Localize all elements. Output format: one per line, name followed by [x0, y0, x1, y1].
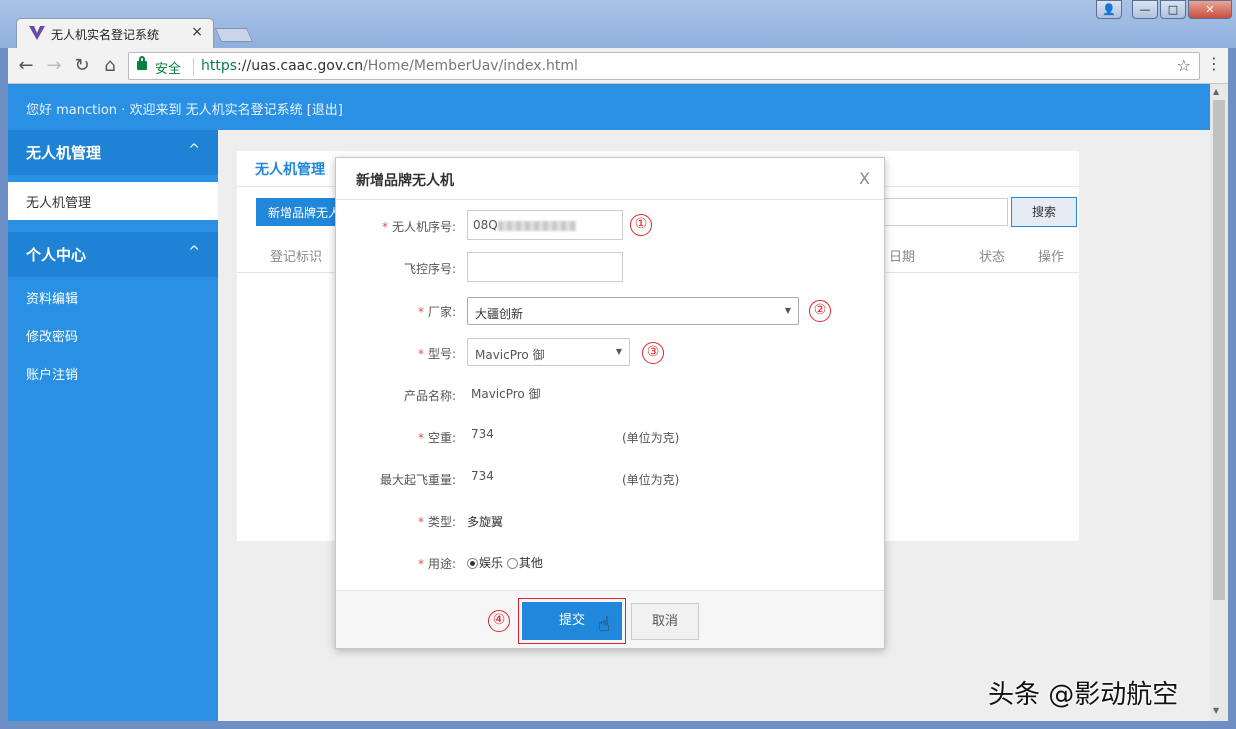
back-icon[interactable]: ← [14, 54, 38, 78]
product-name-value: MavicPro 御 [471, 387, 541, 401]
usage-option-entertainment[interactable]: 娱乐 [467, 556, 503, 570]
sidebar-section-label: 个人中心 [26, 246, 87, 264]
redacted-serial [497, 220, 576, 231]
dialog-footer: 提交 ☝ 取消 [336, 590, 884, 648]
new-tab-button[interactable] [214, 28, 254, 42]
forward-icon[interactable]: → [42, 54, 66, 78]
usage-option-other[interactable]: 其他 [506, 556, 543, 570]
add-brand-uav-dialog: 新增品牌无人机 X * 无人机序号: 08Q 飞控序号: * 厂家: 大疆创新 ▼ *… [335, 157, 885, 649]
max-takeoff-weight-unit: (单位为克) [622, 473, 680, 487]
hand-cursor-icon: ☝ [598, 612, 611, 636]
bookmark-star-icon[interactable]: ☆ [1177, 56, 1191, 75]
address-separator [193, 58, 194, 76]
close-icon[interactable]: X [859, 169, 870, 188]
home-icon[interactable]: ⌂ [98, 54, 122, 78]
column-header: 登记标识 [270, 250, 323, 265]
search-input[interactable] [877, 198, 1008, 226]
usage-radio-group: 娱乐 其他 [467, 554, 543, 571]
sidebar: 无人机管理 ^ 无人机管理 个人中心 ^ 资料编辑 修改密码 账户注销 [8, 130, 218, 721]
cancel-button[interactable]: 取消 [631, 603, 699, 640]
browser-toolbar: ← → ↻ ⌂ 安全 https://uas.caac.gov.cn/Home/… [8, 48, 1228, 84]
url-protocol: https [201, 58, 238, 74]
sidebar-item-profile-edit[interactable]: 资料编辑 [8, 278, 218, 316]
step-marker-3: ③ [642, 342, 664, 364]
reload-icon[interactable]: ↻ [70, 54, 94, 78]
max-takeoff-weight-label: 最大起飞重量: [379, 473, 456, 487]
model-label: * 型号: [417, 347, 456, 361]
search-button[interactable]: 搜索 [1011, 197, 1077, 227]
dropdown-arrow-icon: ▼ [615, 347, 622, 356]
radio-selected-icon[interactable] [467, 558, 478, 569]
usage-label: * 用途: [417, 557, 456, 571]
browser-tab[interactable]: 无人机实名登记系统 × [16, 18, 214, 48]
step-marker-4: ④ [488, 610, 510, 632]
type-value: 多旋翼 [467, 515, 504, 529]
greeting-text: 您好 manction · 欢迎来到 无人机实名登记系统 [退出] [26, 103, 343, 118]
sidebar-item-label: 无人机管理 [26, 196, 92, 211]
url-text[interactable]: https://uas.caac.gov.cn/Home/MemberUav/i… [201, 58, 578, 74]
vertical-scrollbar[interactable]: ▲ ▼ [1210, 84, 1228, 721]
maker-label: * 厂家: [417, 305, 456, 319]
address-bar[interactable]: 安全 https://uas.caac.gov.cn/Home/MemberUa… [128, 52, 1200, 80]
lock-icon [137, 56, 147, 70]
site-logo-icon [29, 26, 45, 40]
sidebar-section-label: 无人机管理 [26, 144, 102, 162]
fc-serial-label: 飞控序号: [403, 262, 456, 276]
browser-menu-icon[interactable]: ⋮ [1206, 54, 1222, 73]
scroll-down-icon[interactable]: ▼ [1213, 706, 1219, 715]
maximize-icon[interactable]: □ [1160, 0, 1186, 19]
sidebar-item-label: 修改密码 [26, 330, 79, 345]
panel-title: 无人机管理 [255, 162, 325, 178]
window-controls: 👤 — □ ✕ [1096, 0, 1232, 19]
profile-icon[interactable]: 👤 [1096, 0, 1122, 19]
chevron-up-icon: ^ [188, 244, 200, 260]
sidebar-item-account-cancel[interactable]: 账户注销 [8, 354, 218, 392]
type-label: * 类型: [417, 515, 456, 529]
step-marker-2: ② [809, 300, 831, 322]
column-header: 日期 [889, 250, 916, 265]
empty-weight-unit: (单位为克) [622, 431, 680, 445]
secure-label: 安全 [155, 62, 182, 77]
watermark-text: 头条 @影动航空 [988, 680, 1179, 710]
url-path: /Home/MemberUav/index.html [363, 58, 578, 74]
dropdown-arrow-icon: ▼ [784, 306, 791, 315]
sidebar-item-label: 账户注销 [26, 368, 79, 383]
site-header: 您好 manction · 欢迎来到 无人机实名登记系统 [退出] [8, 84, 1210, 130]
column-header: 操作 [1038, 250, 1065, 265]
empty-weight-value: 734 [471, 427, 494, 441]
dialog-header: 新增品牌无人机 X [336, 158, 884, 200]
browser-titlebar: 无人机实名登记系统 × 👤 — □ ✕ [0, 0, 1236, 48]
column-header: 状态 [979, 250, 1006, 265]
scroll-up-icon[interactable]: ▲ [1213, 87, 1219, 96]
chevron-up-icon: ^ [188, 142, 200, 158]
flight-controller-serial-field[interactable] [467, 252, 623, 282]
dialog-title: 新增品牌无人机 [356, 173, 454, 189]
maker-select[interactable]: 大疆创新 ▼ [467, 297, 799, 325]
product-name-label: 产品名称: [403, 389, 456, 403]
url-host: ://uas.caac.gov.cn [237, 58, 364, 74]
tab-title: 无人机实名登记系统 [51, 28, 160, 42]
scrollbar-thumb[interactable] [1213, 100, 1225, 600]
empty-weight-label: * 空重: [417, 431, 456, 445]
model-select[interactable]: MavicPro 御 ▼ [467, 338, 630, 366]
sidebar-item-uav-management[interactable]: 无人机管理 [8, 182, 218, 220]
radio-unselected-icon[interactable] [506, 558, 518, 569]
sidebar-section-personal[interactable]: 个人中心 ^ [8, 232, 218, 277]
sidebar-item-label: 资料编辑 [26, 292, 79, 307]
max-takeoff-weight-value: 734 [471, 469, 494, 483]
minimize-icon[interactable]: — [1132, 0, 1158, 19]
tab-close-icon[interactable]: × [191, 24, 203, 40]
serial-number-field[interactable]: 08Q [467, 210, 623, 240]
sidebar-item-change-password[interactable]: 修改密码 [8, 316, 218, 354]
close-window-icon[interactable]: ✕ [1188, 0, 1232, 19]
serial-label: * 无人机序号: [381, 220, 456, 234]
step-marker-1: ① [630, 214, 652, 236]
sidebar-section-uav[interactable]: 无人机管理 ^ [8, 130, 218, 175]
